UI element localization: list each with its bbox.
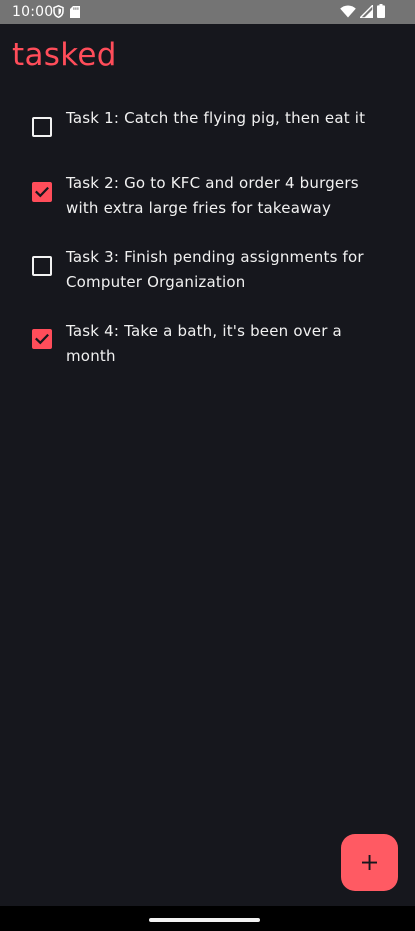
app-title: tasked xyxy=(12,37,117,73)
home-indicator[interactable] xyxy=(149,918,260,922)
navigation-bar xyxy=(0,906,415,931)
status-bar: 10:00 xyxy=(0,0,415,24)
sd-card-icon xyxy=(70,3,80,22)
task-label: Task 1: Catch the flying pig, then eat i… xyxy=(66,109,366,127)
checkmark-icon xyxy=(35,333,49,345)
wifi-icon xyxy=(340,3,356,22)
add-task-button[interactable] xyxy=(341,834,398,891)
task-checkbox[interactable] xyxy=(32,182,52,202)
status-right-icons xyxy=(340,2,385,22)
signal-icon xyxy=(358,2,374,22)
task-checkbox[interactable] xyxy=(32,256,52,276)
shield-icon xyxy=(53,3,64,22)
task-label: Task 4: Take a bath, it's been over a mo… xyxy=(66,322,342,365)
task-label: Task 2: Go to KFC and order 4 burgers wi… xyxy=(66,174,359,217)
status-left-icons xyxy=(53,3,80,22)
status-time: 10:00 xyxy=(12,4,54,20)
battery-icon xyxy=(377,3,385,22)
plus-icon xyxy=(362,855,377,870)
task-checkbox[interactable] xyxy=(32,117,52,137)
app-screen: 10:00 tasked Task 1: Catch the flying pi… xyxy=(0,0,415,931)
task-checkbox[interactable] xyxy=(32,329,52,349)
task-label: Task 3: Finish pending assignments for C… xyxy=(66,248,364,291)
checkmark-icon xyxy=(35,186,49,198)
